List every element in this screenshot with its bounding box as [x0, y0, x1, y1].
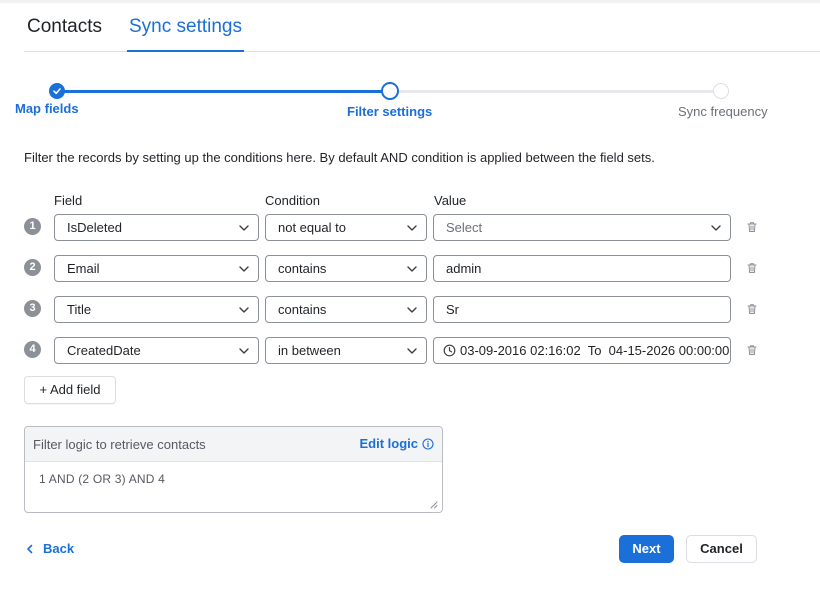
field-select[interactable]: IsDeleted — [54, 214, 259, 241]
condition-select-value: not equal to — [278, 220, 346, 235]
stepper-track-complete — [57, 90, 390, 93]
trash-icon[interactable] — [746, 344, 758, 356]
stepper-track-pending — [390, 90, 721, 93]
column-header-condition: Condition — [265, 193, 320, 208]
tab-contacts[interactable]: Contacts — [27, 16, 102, 38]
condition-select[interactable]: contains — [265, 255, 427, 282]
value-input[interactable]: admin — [433, 255, 731, 282]
tab-sync-settings[interactable]: Sync settings — [129, 16, 242, 38]
chevron-down-icon — [407, 225, 417, 231]
edit-logic-button[interactable]: Edit logic — [360, 436, 435, 451]
check-icon — [53, 88, 61, 95]
filter-logic-value: 1 AND (2 OR 3) AND 4 — [39, 472, 166, 486]
value-input[interactable]: Sr — [433, 296, 731, 323]
column-header-value: Value — [434, 193, 467, 208]
edit-logic-label: Edit logic — [359, 436, 419, 451]
value-select[interactable]: Select — [433, 214, 731, 241]
resize-handle-icon[interactable] — [430, 501, 438, 509]
condition-select[interactable]: contains — [265, 296, 427, 323]
cancel-button[interactable]: Cancel — [686, 535, 757, 563]
field-select-value: Email — [67, 261, 100, 276]
column-header-field: Field — [54, 193, 83, 208]
back-label: Back — [43, 541, 75, 556]
field-select[interactable]: Title — [54, 296, 259, 323]
back-button[interactable]: Back — [26, 541, 74, 556]
step-filter-settings-dot — [381, 82, 399, 100]
field-select[interactable]: CreatedDate — [54, 337, 259, 364]
next-button[interactable]: Next — [619, 535, 674, 563]
trash-icon[interactable] — [746, 221, 758, 233]
info-icon — [422, 437, 434, 450]
step-sync-frequency-label: Sync frequency — [678, 104, 768, 119]
date-range-value: 03-09-2016 02:16:02 To 04-15-2026 00:00:… — [460, 343, 730, 358]
condition-select[interactable]: not equal to — [265, 214, 427, 241]
chevron-down-icon — [239, 225, 249, 231]
trash-icon[interactable] — [746, 262, 758, 274]
filter-logic-panel: Filter logic to retrieve contacts Edit l… — [24, 426, 443, 513]
trash-icon[interactable] — [746, 303, 758, 315]
chevron-down-icon — [711, 225, 721, 231]
field-select-value: CreatedDate — [67, 343, 141, 358]
condition-select-value: contains — [278, 261, 327, 276]
filter-logic-textarea[interactable]: 1 AND (2 OR 3) AND 4 — [25, 463, 442, 512]
chevron-down-icon — [239, 348, 249, 354]
field-select-value: IsDeleted — [67, 220, 122, 235]
condition-select-value: contains — [278, 302, 327, 317]
condition-select[interactable]: in between — [265, 337, 427, 364]
chevron-left-icon — [27, 544, 33, 553]
chevron-down-icon — [407, 348, 417, 354]
step-map-fields-label[interactable]: Map fields — [15, 101, 79, 116]
row-number-badge: 3 — [24, 300, 41, 317]
chevron-down-icon — [407, 266, 417, 272]
filter-description: Filter the records by setting up the con… — [24, 150, 655, 165]
step-sync-frequency-dot — [713, 83, 729, 99]
field-select[interactable]: Email — [54, 255, 259, 282]
chevron-down-icon — [407, 307, 417, 313]
row-number-badge: 2 — [24, 259, 41, 276]
row-number-badge: 4 — [24, 341, 41, 358]
step-filter-settings-label: Filter settings — [347, 104, 433, 119]
condition-select-value: in between — [278, 343, 341, 358]
value-input-text: admin — [446, 261, 482, 276]
date-range-picker[interactable]: 03-09-2016 02:16:02 To 04-15-2026 00:00:… — [433, 337, 731, 364]
active-tab-indicator — [127, 50, 244, 52]
filter-logic-header: Filter logic to retrieve contacts Edit l… — [25, 427, 442, 462]
row-number-badge: 1 — [24, 218, 41, 235]
value-select-placeholder: Select — [446, 220, 483, 235]
chevron-down-icon — [239, 307, 249, 313]
tab-bar: Contacts Sync settings — [24, 0, 820, 52]
value-input-text: Sr — [446, 302, 459, 317]
add-field-button[interactable]: + Add field — [24, 376, 116, 404]
step-map-fields-dot[interactable] — [49, 83, 65, 99]
filter-logic-title: Filter logic to retrieve contacts — [33, 437, 206, 452]
clock-icon — [443, 344, 456, 357]
chevron-down-icon — [239, 266, 249, 272]
field-select-value: Title — [67, 302, 92, 317]
